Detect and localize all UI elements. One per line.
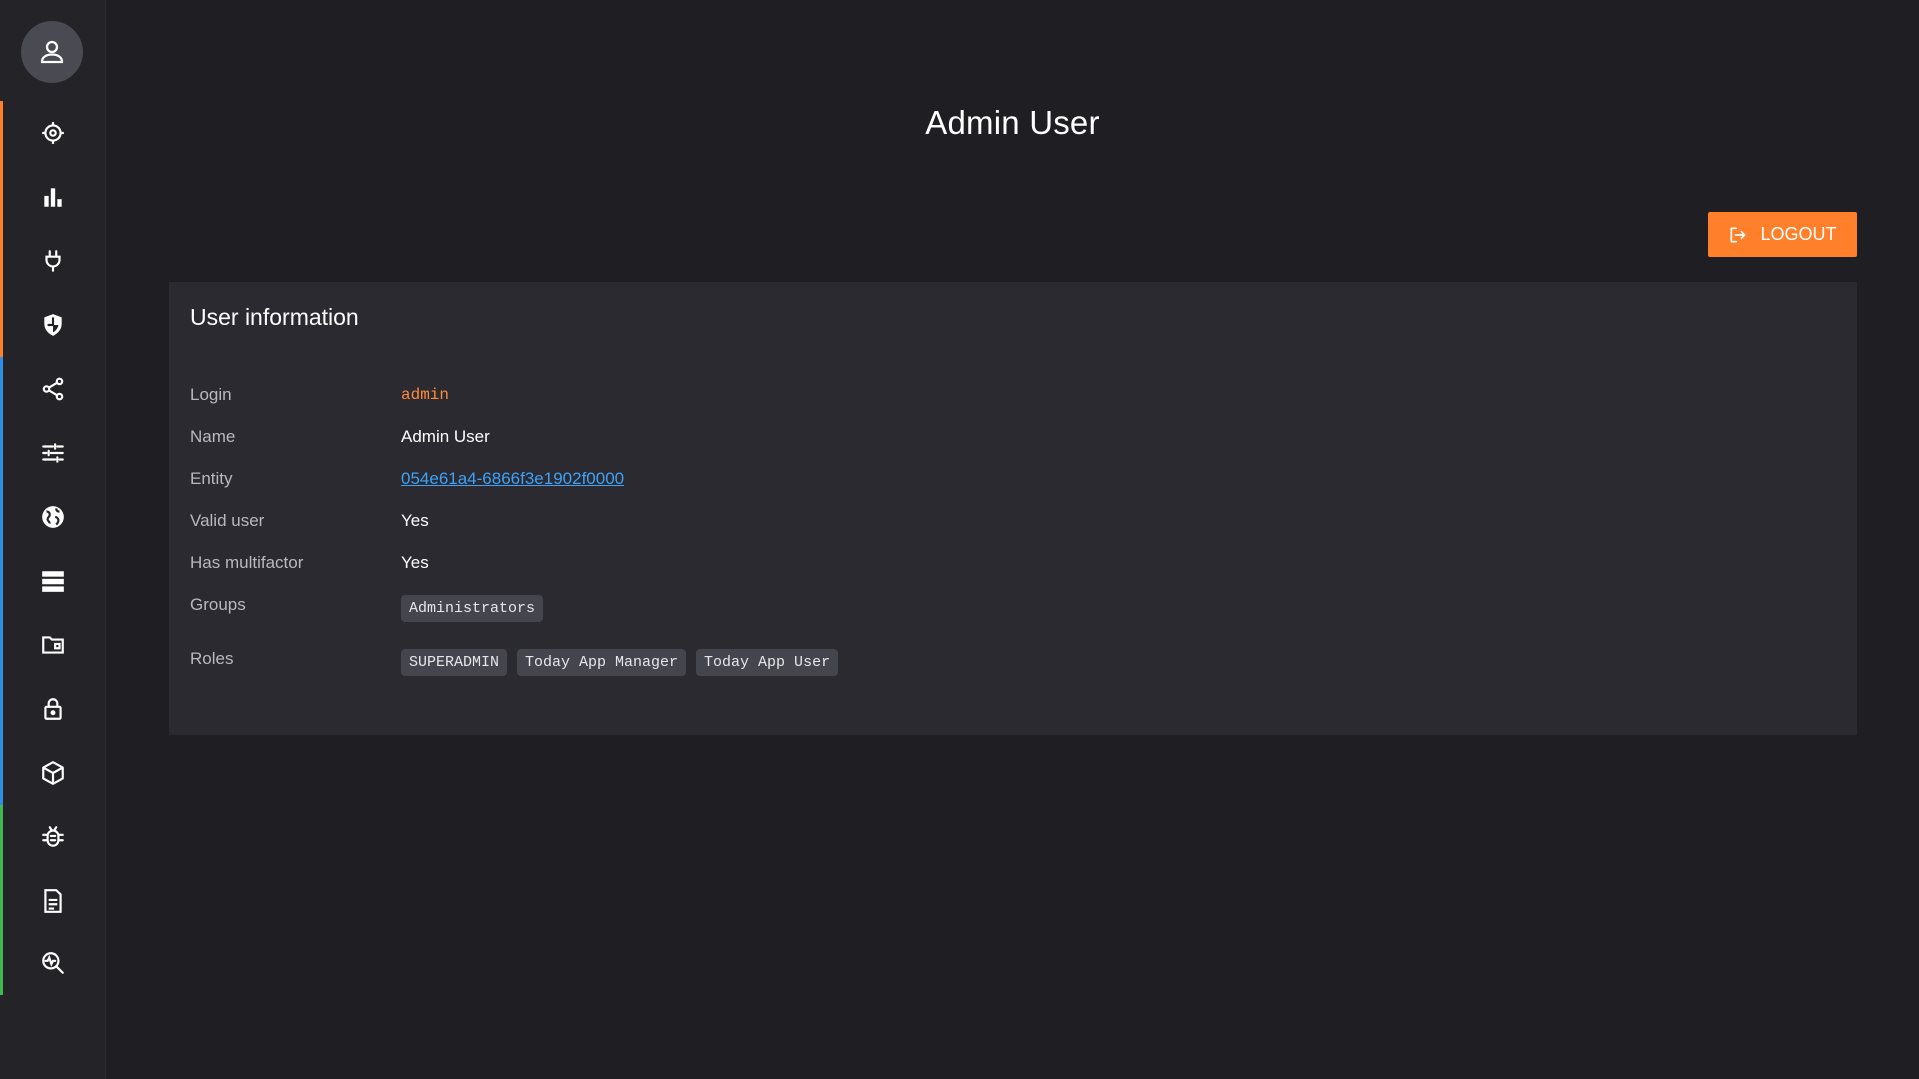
bug-icon <box>41 826 64 847</box>
user-avatar[interactable] <box>21 21 83 83</box>
field-label: Has multifactor <box>190 553 304 572</box>
nav-item-files[interactable] <box>0 613 105 677</box>
main-content: Admin User LOGOUT User information Login… <box>106 0 1919 1079</box>
nav-item-network[interactable] <box>0 485 105 549</box>
bar-chart-icon <box>43 188 62 207</box>
field-label: Groups <box>190 595 246 614</box>
nav-item-servers[interactable] <box>0 549 105 613</box>
monitor-search-icon <box>41 952 64 974</box>
nav-item-statistics[interactable] <box>0 165 105 229</box>
name-value: Admin User <box>401 427 490 446</box>
nav-accent-bar <box>0 549 3 613</box>
cube-icon <box>41 761 64 785</box>
nav-item-permissions[interactable] <box>0 677 105 741</box>
nav-item-settings[interactable] <box>0 421 105 485</box>
nav-accent-bar <box>0 613 3 677</box>
field-label: Roles <box>190 649 234 668</box>
nav-item-reports[interactable] <box>0 869 105 933</box>
role-tag: Today App Manager <box>517 648 687 676</box>
role-tag: Today App User <box>696 648 839 676</box>
nav-item-security[interactable] <box>0 293 105 357</box>
nav-item-monitoring[interactable] <box>0 931 105 995</box>
sidebar <box>0 0 106 1079</box>
logout-button[interactable]: LOGOUT <box>1708 212 1857 257</box>
nav-accent-bar <box>0 357 3 421</box>
lock-icon <box>43 698 62 720</box>
nav-item-debug[interactable] <box>0 805 105 869</box>
nav-item-overview[interactable] <box>0 101 105 165</box>
nav-accent-bar <box>0 165 3 229</box>
field-label: Valid user <box>190 511 265 530</box>
nav-accent-bar <box>0 805 3 869</box>
nav-accent-bar <box>0 293 3 357</box>
field-label: Name <box>190 427 236 446</box>
user-icon <box>40 40 64 64</box>
nav-accent-bar <box>0 101 3 165</box>
field-label: Login <box>190 385 232 404</box>
folder-icon <box>41 636 64 654</box>
card-title: User information <box>190 304 359 330</box>
share-icon <box>42 377 63 401</box>
field-name: Name Admin User <box>190 422 490 452</box>
groups-tags: Administrators <box>401 594 553 622</box>
nav-accent-bar <box>0 869 3 933</box>
nav-item-packages[interactable] <box>0 741 105 805</box>
nav-item-connectors[interactable] <box>0 229 105 293</box>
target-icon <box>41 122 64 144</box>
nav-accent-bar <box>0 931 3 995</box>
group-tag: Administrators <box>401 594 544 622</box>
field-label: Entity <box>190 469 233 488</box>
nav-item-integrations[interactable] <box>0 357 105 421</box>
multifactor-value: Yes <box>401 553 429 572</box>
field-roles: Roles SUPERADMIN Today App Manager Today A… <box>190 644 848 676</box>
logout-label: LOGOUT <box>1760 224 1837 244</box>
entity-link[interactable]: 054e61a4-6866f3e1902f0000 <box>401 469 624 489</box>
shield-icon <box>43 314 62 336</box>
field-valid-user: Valid user Yes <box>190 506 429 536</box>
server-icon <box>41 571 64 592</box>
nav-accent-bar <box>0 421 3 485</box>
sliders-icon <box>41 443 64 463</box>
nav-accent-bar <box>0 229 3 293</box>
nav-accent-bar <box>0 741 3 805</box>
field-multifactor: Has multifactor Yes <box>190 548 429 578</box>
logout-icon <box>1730 227 1746 242</box>
globe-icon <box>41 506 64 528</box>
field-entity: Entity 054e61a4-6866f3e1902f0000 <box>190 464 624 494</box>
field-login: Login admin <box>190 380 449 410</box>
nav-accent-bar <box>0 677 3 741</box>
page-title: Admin User <box>925 104 1100 141</box>
nav-accent-bar <box>0 485 3 549</box>
field-groups: Groups Administrators <box>190 590 553 622</box>
user-info-card: User information Login admin Name Admin … <box>169 282 1857 735</box>
login-value: admin <box>401 386 450 404</box>
plug-icon <box>44 250 61 272</box>
roles-tags: SUPERADMIN Today App Manager Today App Use… <box>401 648 848 676</box>
document-icon <box>43 889 62 913</box>
role-tag: SUPERADMIN <box>401 648 508 676</box>
valid-user-value: Yes <box>401 511 429 530</box>
